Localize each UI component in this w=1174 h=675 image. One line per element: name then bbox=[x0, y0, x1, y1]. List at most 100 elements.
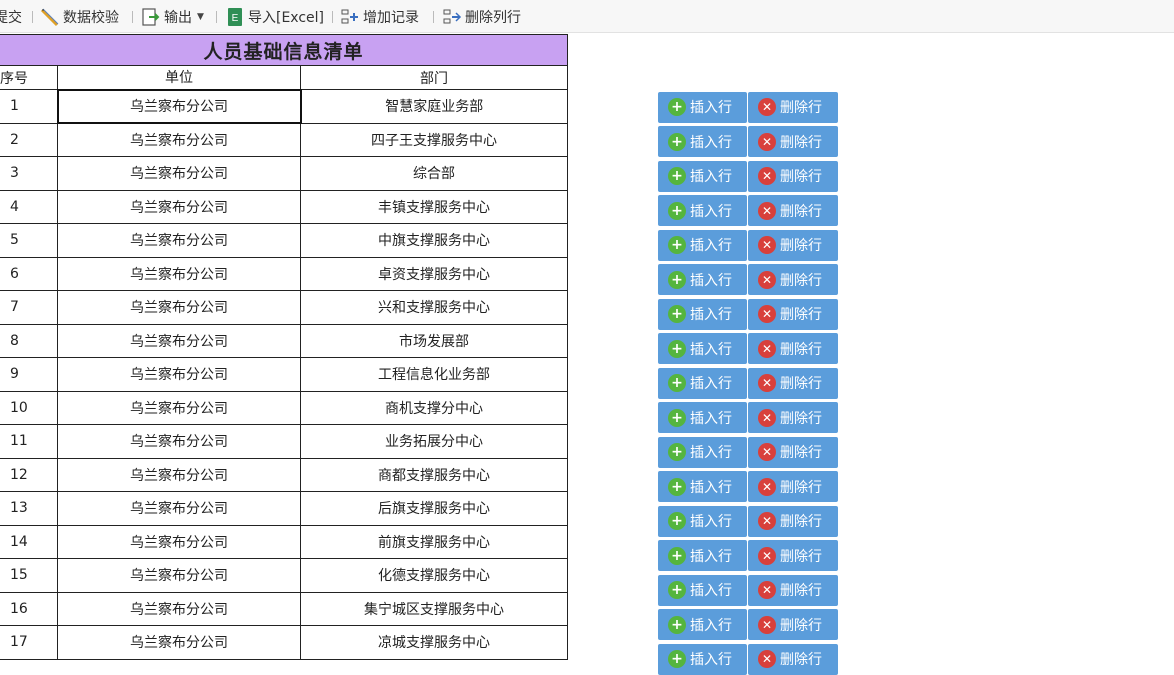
unit-cell[interactable]: 乌兰察布分公司 bbox=[57, 558, 301, 593]
column-header-unit[interactable]: 单位 bbox=[57, 65, 301, 90]
dept-cell[interactable]: 化德支撑服务中心 bbox=[300, 558, 568, 593]
delete-row-button[interactable]: ✕ 删除行 bbox=[748, 643, 838, 675]
dept-cell[interactable]: 商机支撑分中心 bbox=[300, 390, 568, 425]
insert-row-button[interactable]: + 插入行 bbox=[658, 402, 747, 433]
insert-row-label: 插入行 bbox=[690, 376, 732, 392]
insert-row-button[interactable]: + 插入行 bbox=[658, 643, 747, 675]
dept-cell[interactable]: 丰镇支撑服务中心 bbox=[300, 189, 568, 224]
export-label: 输出 bbox=[164, 9, 192, 26]
dept-cell[interactable]: 四子王支撑服务中心 bbox=[300, 122, 568, 157]
insert-row-button[interactable]: + 插入行 bbox=[658, 264, 747, 295]
seq-cell[interactable]: 3 bbox=[0, 156, 58, 191]
column-header-dept[interactable]: 部门 bbox=[300, 65, 568, 90]
dept-cell[interactable]: 中旗支撑服务中心 bbox=[300, 223, 568, 258]
delete-row-button[interactable]: ✕ 删除行 bbox=[748, 367, 838, 399]
insert-row-button[interactable]: + 插入行 bbox=[658, 609, 747, 640]
insert-row-button[interactable]: + 插入行 bbox=[658, 471, 747, 502]
delete-row-button[interactable]: ✕ 删除行 bbox=[748, 609, 838, 640]
delete-row-button[interactable]: ✕ 删除行 bbox=[748, 333, 838, 364]
seq-cell[interactable]: 6 bbox=[0, 256, 58, 291]
insert-row-button[interactable]: + 插入行 bbox=[658, 126, 747, 157]
column-header-seq[interactable]: 序号 bbox=[0, 65, 58, 90]
seq-cell[interactable]: 17 bbox=[0, 625, 58, 660]
delete-row-button[interactable]: ✕ 删除行 bbox=[748, 91, 838, 123]
delete-row-button[interactable]: ✕ 删除行 bbox=[748, 471, 838, 502]
delete-row-button[interactable]: ✕ 删除行 bbox=[748, 126, 838, 157]
unit-cell[interactable]: 乌兰察布分公司 bbox=[57, 591, 301, 626]
seq-cell[interactable]: 10 bbox=[0, 390, 58, 425]
insert-row-button[interactable]: + 插入行 bbox=[658, 298, 747, 330]
seq-cell[interactable]: 13 bbox=[0, 491, 58, 526]
seq-cell[interactable]: 12 bbox=[0, 457, 58, 492]
dept-cell[interactable]: 综合部 bbox=[300, 156, 568, 191]
seq-cell[interactable]: 11 bbox=[0, 424, 58, 459]
insert-row-button[interactable]: + 插入行 bbox=[658, 333, 747, 364]
row-action-group: + 插入行 ✕ 删除行 bbox=[658, 643, 838, 675]
seq-cell[interactable]: 9 bbox=[0, 357, 58, 392]
unit-cell[interactable]: 乌兰察布分公司 bbox=[56, 88, 302, 124]
unit-cell[interactable]: 乌兰察布分公司 bbox=[57, 189, 301, 224]
export-button[interactable]: 输出 ▼ bbox=[141, 0, 204, 33]
unit-cell[interactable]: 乌兰察布分公司 bbox=[57, 491, 301, 526]
insert-row-button[interactable]: + 插入行 bbox=[658, 160, 747, 192]
unit-cell[interactable]: 乌兰察布分公司 bbox=[57, 424, 301, 459]
dept-cell[interactable]: 后旗支撑服务中心 bbox=[300, 491, 568, 526]
table-title[interactable]: 人员基础信息清单 bbox=[0, 34, 568, 66]
unit-cell[interactable]: 乌兰察布分公司 bbox=[57, 256, 301, 291]
unit-cell[interactable]: 乌兰察布分公司 bbox=[57, 223, 301, 258]
dept-cell[interactable]: 兴和支撑服务中心 bbox=[300, 290, 568, 325]
insert-row-button[interactable]: + 插入行 bbox=[658, 91, 747, 123]
dept-cell[interactable]: 集宁城区支撑服务中心 bbox=[300, 591, 568, 626]
unit-cell[interactable]: 乌兰察布分公司 bbox=[57, 122, 301, 157]
insert-row-button[interactable]: + 插入行 bbox=[658, 195, 747, 226]
unit-cell[interactable]: 乌兰察布分公司 bbox=[57, 457, 301, 492]
insert-row-button[interactable]: + 插入行 bbox=[658, 229, 747, 261]
seq-cell[interactable]: 16 bbox=[0, 591, 58, 626]
seq-cell[interactable]: 5 bbox=[0, 223, 58, 258]
dept-cell[interactable]: 工程信息化业务部 bbox=[300, 357, 568, 392]
dept-cell[interactable]: 业务拓展分中心 bbox=[300, 424, 568, 459]
insert-row-button[interactable]: + 插入行 bbox=[658, 436, 747, 468]
insert-row-button[interactable]: + 插入行 bbox=[658, 505, 747, 537]
insert-row-button[interactable]: + 插入行 bbox=[658, 367, 747, 399]
delete-row-button[interactable]: ✕ 删除行 bbox=[748, 505, 838, 537]
submit-button[interactable]: 提交 bbox=[0, 0, 22, 33]
validate-button[interactable]: 数据校验 bbox=[40, 0, 119, 33]
seq-cell[interactable]: 2 bbox=[0, 122, 58, 157]
delete-row-toolbar-button[interactable]: 删除列行 bbox=[442, 0, 521, 33]
personnel-table: 人员基础信息清单 序号 单位 部门 1 乌兰察布分公司 智慧家庭业务部 2 乌兰察布分公… bbox=[0, 34, 568, 660]
unit-cell[interactable]: 乌兰察布分公司 bbox=[57, 156, 301, 191]
dept-cell[interactable]: 智慧家庭业务部 bbox=[300, 89, 568, 124]
insert-row-button[interactable]: + 插入行 bbox=[658, 540, 747, 571]
seq-cell[interactable]: 8 bbox=[0, 323, 58, 358]
unit-cell[interactable]: 乌兰察布分公司 bbox=[57, 625, 301, 660]
delete-row-button[interactable]: ✕ 删除行 bbox=[748, 298, 838, 330]
delete-row-button[interactable]: ✕ 删除行 bbox=[748, 574, 838, 606]
insert-row-button[interactable]: + 插入行 bbox=[658, 574, 747, 606]
unit-cell[interactable]: 乌兰察布分公司 bbox=[57, 357, 301, 392]
unit-cell[interactable]: 乌兰察布分公司 bbox=[57, 290, 301, 325]
delete-row-button[interactable]: ✕ 删除行 bbox=[748, 540, 838, 571]
dept-cell[interactable]: 卓资支撑服务中心 bbox=[300, 256, 568, 291]
unit-cell[interactable]: 乌兰察布分公司 bbox=[57, 524, 301, 559]
seq-cell[interactable]: 15 bbox=[0, 558, 58, 593]
seq-cell[interactable]: 14 bbox=[0, 524, 58, 559]
seq-cell[interactable]: 4 bbox=[0, 189, 58, 224]
dept-cell[interactable]: 商都支撑服务中心 bbox=[300, 457, 568, 492]
import-excel-button[interactable]: E 导入[Excel] bbox=[225, 0, 324, 33]
delete-row-button[interactable]: ✕ 删除行 bbox=[748, 229, 838, 261]
delete-row-button[interactable]: ✕ 删除行 bbox=[748, 195, 838, 226]
dept-cell[interactable]: 市场发展部 bbox=[300, 323, 568, 358]
unit-cell[interactable]: 乌兰察布分公司 bbox=[57, 390, 301, 425]
delete-row-button[interactable]: ✕ 删除行 bbox=[748, 402, 838, 433]
seq-cell[interactable]: 1 bbox=[0, 89, 58, 124]
dept-cell[interactable]: 凉城支撑服务中心 bbox=[300, 625, 568, 660]
delete-row-button[interactable]: ✕ 删除行 bbox=[748, 264, 838, 295]
delete-row-button[interactable]: ✕ 删除行 bbox=[748, 436, 838, 468]
add-record-button[interactable]: 增加记录 bbox=[340, 0, 419, 33]
delete-row-button[interactable]: ✕ 删除行 bbox=[748, 160, 838, 192]
unit-cell[interactable]: 乌兰察布分公司 bbox=[57, 323, 301, 358]
seq-cell[interactable]: 7 bbox=[0, 290, 58, 325]
dept-cell[interactable]: 前旗支撑服务中心 bbox=[300, 524, 568, 559]
table-header-row: 序号 单位 部门 bbox=[0, 65, 568, 90]
